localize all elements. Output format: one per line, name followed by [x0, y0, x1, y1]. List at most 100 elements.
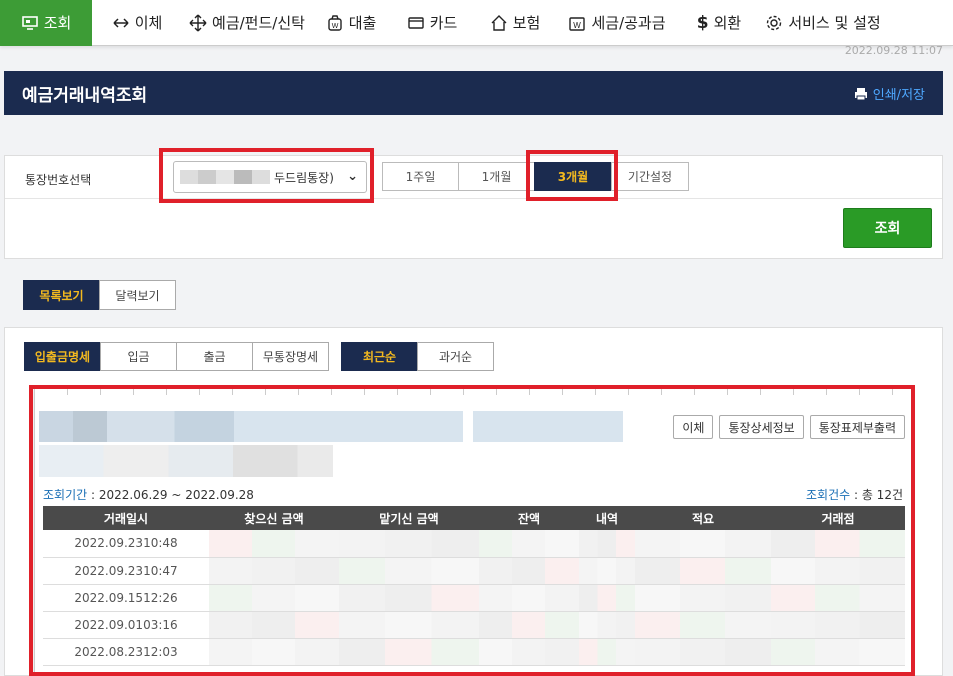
move-arrows-icon [189, 14, 207, 31]
period-1week-button[interactable]: 1주일 [382, 162, 459, 191]
masked-cell [579, 638, 635, 666]
period-3month-button[interactable]: 3개월 [534, 162, 612, 191]
period-button-group: 1주일 1개월 3개월 기간설정 [382, 162, 689, 191]
masked-cell [339, 557, 479, 585]
nav-item-card[interactable]: 카드 [390, 0, 474, 46]
col-balance: 잔액 [479, 506, 579, 530]
nav-item-insurance[interactable]: 보험 [474, 0, 556, 46]
transaction-date: 2022.09.23 [74, 563, 144, 578]
table-row: 2022.09.2310:48 [43, 530, 905, 558]
nav-item-tax[interactable]: W 세금/공과금 [556, 0, 678, 46]
account-detail-button[interactable]: 통장상세정보 [719, 415, 804, 439]
nav-item-transfer[interactable]: 이체 [92, 0, 182, 46]
masked-cell [479, 530, 579, 558]
masked-cell [579, 557, 635, 585]
tab-deposit[interactable]: 입금 [100, 342, 177, 371]
nav-item-loan[interactable]: W 대출 [312, 0, 390, 46]
table-row: 2022.09.1512:26 [43, 584, 905, 612]
masked-cell [579, 530, 635, 558]
masked-cell [771, 557, 905, 585]
transfer-button[interactable]: 이체 [673, 415, 714, 439]
masked-cell [635, 584, 771, 612]
query-button[interactable]: 조회 [843, 208, 932, 248]
transaction-datetime: 2022.09.2310:47 [43, 557, 209, 585]
masked-cell [209, 638, 339, 666]
page-title-bar: 예금거래내역조회 인쇄/저장 [4, 71, 943, 115]
transaction-table-body: 2022.09.2310:48 2022.09.2310:47 2022.09.15… [43, 530, 905, 666]
nav-item-deposit-fund[interactable]: 예금/펀드/신탁 [182, 0, 312, 46]
account-action-buttons: 이체 통장상세정보 통장표제부출력 [673, 415, 905, 439]
table-row: 2022.09.2310:47 [43, 557, 905, 585]
masked-cell [209, 530, 339, 558]
masked-cell [339, 638, 479, 666]
page-title: 예금거래내역조회 [22, 85, 148, 106]
col-branch: 거래점 [771, 506, 905, 530]
transaction-datetime: 2022.09.1512:26 [43, 584, 209, 612]
account-select-label: 통장번호선택 [25, 173, 92, 187]
masked-cell [635, 557, 771, 585]
masked-account-badge [473, 411, 623, 442]
masked-cell [771, 611, 905, 639]
print-save-link[interactable]: 인쇄/저장 [854, 84, 925, 103]
house-icon [491, 14, 507, 31]
account-transactions-card: 이체 통장상세정보 통장표제부출력 조회기간 : 2022.06.29 ~ 20… [34, 388, 912, 676]
nav-item-forex[interactable]: $ 외환 [678, 0, 760, 46]
masked-cell [771, 638, 905, 666]
nav-item-label: 이체 [134, 14, 163, 32]
nav-item-label: 조회 [43, 14, 72, 32]
sort-tabs: 최근순 과거순 [341, 342, 494, 371]
svg-text:W: W [331, 23, 338, 30]
period-custom-button[interactable]: 기간설정 [611, 162, 689, 191]
masked-cell [209, 557, 339, 585]
transfer-arrows-icon [113, 17, 129, 28]
transaction-date: 2022.08.23 [74, 644, 144, 659]
transaction-date: 2022.09.01 [74, 617, 144, 632]
account-select[interactable]: 두드림통장) ⌄ [173, 161, 367, 193]
transaction-table: 거래일시 찾으신 금액 맡기신 금액 잔액 내역 적요 거래점 2022.09.… [43, 506, 905, 666]
tab-all-transactions[interactable]: 입출금명세 [24, 342, 101, 371]
masked-cell [479, 584, 579, 612]
calendar-view-button[interactable]: 달력보기 [99, 280, 176, 310]
masked-cell [479, 611, 579, 639]
query-period: 조회기간 : 2022.06.29 ~ 2022.09.28 [43, 486, 254, 503]
masked-cell [635, 638, 771, 666]
nav-item-service-settings[interactable]: 서비스 및 설정 [760, 0, 886, 46]
query-count-label: 조회건수 [805, 488, 851, 502]
masked-cell [635, 611, 771, 639]
transaction-datetime: 2022.09.0103:16 [43, 611, 209, 639]
query-count: 조회건수 : 총 12건 [806, 486, 903, 503]
masked-cell [635, 530, 771, 558]
masked-cell [479, 557, 579, 585]
nav-item-label: 서비스 및 설정 [788, 14, 881, 32]
tab-withdrawal[interactable]: 출금 [176, 342, 253, 371]
list-view-button[interactable]: 목록보기 [23, 280, 100, 310]
masked-cell [479, 638, 579, 666]
printer-icon [854, 87, 867, 100]
nav-item-label: 외환 [713, 14, 742, 32]
transaction-time: 12:03 [143, 644, 178, 659]
masked-cell [209, 584, 339, 612]
period-1month-button[interactable]: 1개월 [458, 162, 535, 191]
nav-item-label: 카드 [429, 14, 458, 32]
sort-oldest-button[interactable]: 과거순 [417, 342, 494, 371]
sort-recent-button[interactable]: 최근순 [341, 342, 418, 371]
print-save-label: 인쇄/저장 [872, 88, 925, 103]
col-memo: 적요 [635, 506, 771, 530]
money-bag-icon: W [327, 14, 342, 31]
gear-icon [767, 15, 782, 30]
nav-item-inquiry[interactable]: 조회 [0, 0, 92, 46]
table-header-row: 거래일시 찾으신 금액 맡기신 금액 잔액 내역 적요 거래점 [43, 506, 905, 530]
ruler-decoration [35, 389, 911, 395]
masked-balance-info [39, 445, 333, 477]
passbook-cover-print-button[interactable]: 통장표제부출력 [809, 415, 905, 439]
masked-account-number [180, 170, 270, 184]
nav-item-label: 보험 [512, 14, 541, 32]
table-row: 2022.09.0103:16 [43, 611, 905, 639]
top-navigation: 조회 이체 예금/펀드/신탁 W 대출 카드 보험 W 세금/공과금 $ 외환 … [0, 0, 953, 46]
tab-no-passbook[interactable]: 무통장명세 [252, 342, 329, 371]
table-row: 2022.08.2312:03 [43, 638, 905, 666]
masked-cell [579, 611, 635, 639]
account-select-value: 두드림통장) [274, 170, 334, 185]
col-deposit: 맡기신 금액 [339, 506, 479, 530]
query-period-value: : 2022.06.29 ~ 2022.09.28 [87, 488, 254, 502]
